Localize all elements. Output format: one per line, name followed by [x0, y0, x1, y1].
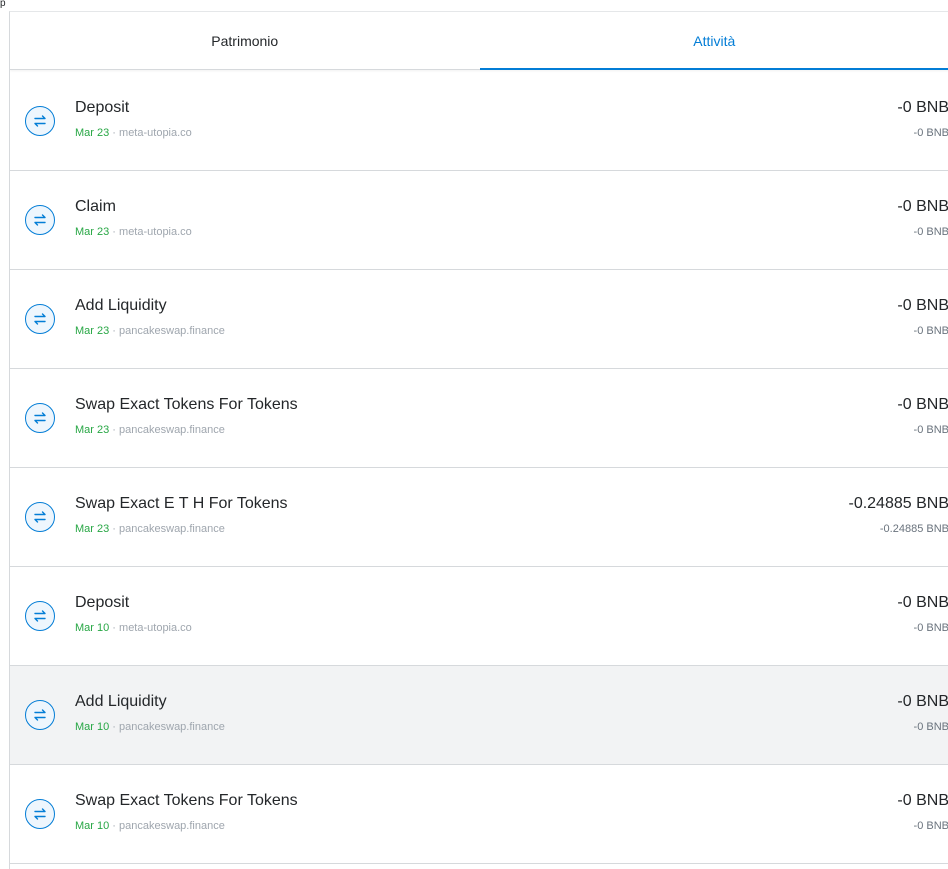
- transaction-list: Deposit Mar 23 · meta-utopia.co -0 BNB -…: [10, 72, 948, 864]
- transaction-subtitle: Mar 23 · meta-utopia.co: [75, 127, 192, 139]
- swap-arrows-icon: [25, 601, 55, 631]
- transaction-subtitle: Mar 23 · pancakeswap.finance: [75, 523, 225, 535]
- swap-arrows-icon: [25, 106, 55, 136]
- transaction-title: Deposit: [75, 99, 129, 117]
- transaction-primary-amount: -0 BNB: [897, 792, 948, 810]
- transaction-title: Claim: [75, 198, 116, 216]
- transaction-origin: pancakeswap.finance: [119, 820, 225, 832]
- transaction-secondary-amount: -0 BNB: [914, 820, 948, 832]
- transaction-primary-amount: -0 BNB: [897, 297, 948, 315]
- transaction-title: Swap Exact E T H For Tokens: [75, 495, 288, 513]
- transaction-origin: pancakeswap.finance: [119, 721, 225, 733]
- transaction-row[interactable]: Claim Mar 23 · meta-utopia.co -0 BNB -0 …: [10, 171, 948, 270]
- transaction-date: Mar 23: [75, 127, 109, 139]
- swap-arrows-icon: [25, 799, 55, 829]
- transaction-date: Mar 23: [75, 424, 109, 436]
- transaction-date: Mar 23: [75, 226, 109, 238]
- transaction-secondary-amount: -0 BNB: [914, 424, 948, 436]
- tab-assets[interactable]: Patrimonio: [10, 12, 480, 69]
- transaction-subtitle: Mar 23 · meta-utopia.co: [75, 226, 192, 238]
- transaction-subtitle: Mar 23 · pancakeswap.finance: [75, 424, 225, 436]
- transaction-date: Mar 10: [75, 820, 109, 832]
- subtitle-separator: ·: [109, 226, 119, 238]
- activity-panel: Patrimonio Attività Deposit Mar 23 · met…: [9, 11, 948, 869]
- transaction-date: Mar 10: [75, 622, 109, 634]
- transaction-subtitle: Mar 10 · pancakeswap.finance: [75, 820, 225, 832]
- transaction-title: Deposit: [75, 594, 129, 612]
- transaction-primary-amount: -0 BNB: [897, 99, 948, 117]
- corner-text: p: [0, 0, 7, 10]
- transaction-row[interactable]: Swap Exact E T H For Tokens Mar 23 · pan…: [10, 468, 948, 567]
- transaction-origin: pancakeswap.finance: [119, 325, 225, 337]
- swap-arrows-icon: [25, 700, 55, 730]
- transaction-row[interactable]: Swap Exact Tokens For Tokens Mar 23 · pa…: [10, 369, 948, 468]
- transaction-date: Mar 23: [75, 325, 109, 337]
- transaction-primary-amount: -0 BNB: [897, 396, 948, 414]
- swap-arrows-icon: [25, 502, 55, 532]
- transaction-origin: meta-utopia.co: [119, 226, 192, 238]
- transaction-origin: pancakeswap.finance: [119, 523, 225, 535]
- transaction-title: Add Liquidity: [75, 297, 167, 315]
- transaction-date: Mar 23: [75, 523, 109, 535]
- swap-arrows-icon: [25, 403, 55, 433]
- transaction-secondary-amount: -0 BNB: [914, 325, 948, 337]
- transaction-primary-amount: -0 BNB: [897, 594, 948, 612]
- transaction-row[interactable]: Deposit Mar 10 · meta-utopia.co -0 BNB -…: [10, 567, 948, 666]
- subtitle-separator: ·: [109, 820, 119, 832]
- tab-activity[interactable]: Attività: [480, 12, 948, 69]
- transaction-title: Swap Exact Tokens For Tokens: [75, 396, 298, 414]
- transaction-origin: meta-utopia.co: [119, 622, 192, 634]
- transaction-secondary-amount: -0 BNB: [914, 622, 948, 634]
- transaction-title: Add Liquidity: [75, 693, 167, 711]
- transaction-secondary-amount: -0.24885 BNB: [880, 523, 948, 535]
- transaction-row[interactable]: Add Liquidity Mar 10 · pancakeswap.finan…: [10, 666, 948, 765]
- subtitle-separator: ·: [109, 127, 119, 139]
- transaction-row[interactable]: Deposit Mar 23 · meta-utopia.co -0 BNB -…: [10, 72, 948, 171]
- swap-arrows-icon: [25, 304, 55, 334]
- transaction-subtitle: Mar 23 · pancakeswap.finance: [75, 325, 225, 337]
- transaction-secondary-amount: -0 BNB: [914, 127, 948, 139]
- transaction-subtitle: Mar 10 · pancakeswap.finance: [75, 721, 225, 733]
- subtitle-separator: ·: [109, 424, 119, 436]
- subtitle-separator: ·: [109, 622, 119, 634]
- transaction-secondary-amount: -0 BNB: [914, 721, 948, 733]
- transaction-secondary-amount: -0 BNB: [914, 226, 948, 238]
- transaction-primary-amount: -0.24885 BNB: [848, 495, 948, 513]
- transaction-origin: meta-utopia.co: [119, 127, 192, 139]
- transaction-row[interactable]: Add Liquidity Mar 23 · pancakeswap.finan…: [10, 270, 948, 369]
- transaction-primary-amount: -0 BNB: [897, 693, 948, 711]
- transaction-title: Swap Exact Tokens For Tokens: [75, 792, 298, 810]
- transaction-row[interactable]: Swap Exact Tokens For Tokens Mar 10 · pa…: [10, 765, 948, 864]
- subtitle-separator: ·: [109, 523, 119, 535]
- transaction-date: Mar 10: [75, 721, 109, 733]
- transaction-primary-amount: -0 BNB: [897, 198, 948, 216]
- tab-bar: Patrimonio Attività: [10, 12, 948, 70]
- subtitle-separator: ·: [109, 325, 119, 337]
- transaction-origin: pancakeswap.finance: [119, 424, 225, 436]
- subtitle-separator: ·: [109, 721, 119, 733]
- transaction-subtitle: Mar 10 · meta-utopia.co: [75, 622, 192, 634]
- swap-arrows-icon: [25, 205, 55, 235]
